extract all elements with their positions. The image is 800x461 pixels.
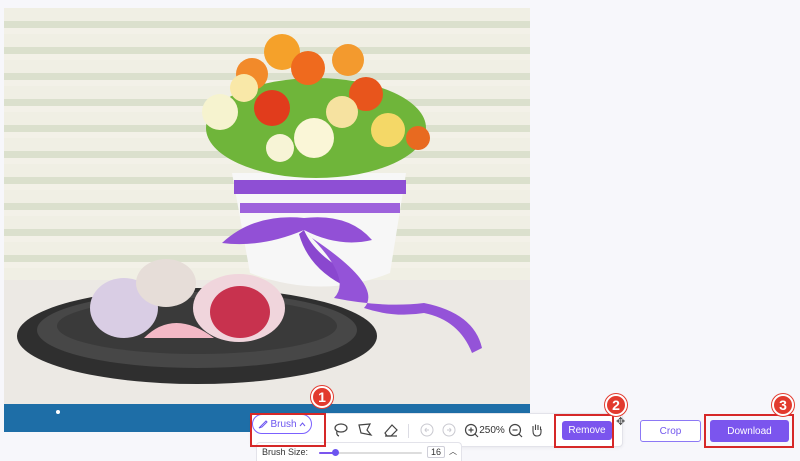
callout-badge-3: 3 [772, 394, 794, 416]
callout-box-brush [250, 413, 326, 447]
callout-box-download [704, 414, 794, 448]
redo-icon[interactable] [440, 421, 458, 439]
brush-size-slider[interactable] [319, 449, 422, 456]
crop-button[interactable]: Crop [640, 420, 701, 442]
toolbar-divider [408, 424, 409, 438]
brush-size-slider-handle[interactable] [332, 449, 339, 456]
lasso-icon[interactable] [332, 421, 350, 439]
hand-icon[interactable] [528, 421, 546, 439]
zoom-level: 250% [479, 424, 505, 436]
zoom-out-icon[interactable] [506, 421, 524, 439]
callout-badge-2: 2 [605, 394, 627, 416]
chevron-up-icon[interactable]: ︿ [448, 446, 458, 458]
dot [56, 410, 60, 414]
photo-canvas[interactable] [4, 8, 530, 404]
polygon-lasso-icon[interactable] [356, 421, 374, 439]
callout-badge-1: 1 [311, 386, 333, 408]
undo-icon[interactable] [418, 421, 436, 439]
eraser-icon[interactable] [382, 421, 400, 439]
brush-size-value[interactable]: 16 [427, 446, 445, 458]
callout-box-remove [554, 414, 614, 448]
move-cursor-icon: ✥ [616, 416, 626, 428]
brush-size-label: Brush Size: [262, 447, 309, 457]
photo-image [4, 34, 530, 404]
